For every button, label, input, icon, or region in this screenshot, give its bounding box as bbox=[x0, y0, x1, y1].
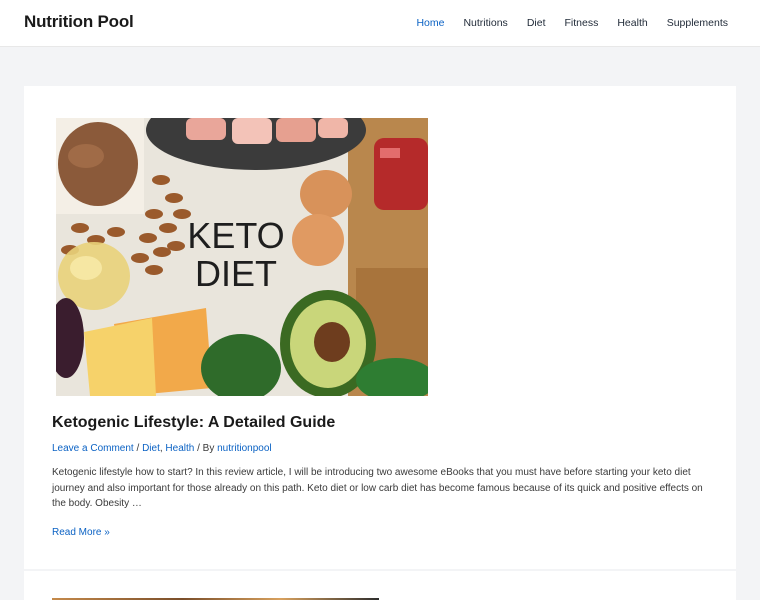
post-card: KETO DIET Ketogenic Lifestyle: A Detaile… bbox=[24, 86, 736, 569]
site-header: Nutrition Pool Home Nutritions Diet Fitn… bbox=[0, 0, 760, 47]
nav-item-fitness[interactable]: Fitness bbox=[565, 17, 599, 29]
read-more-link[interactable]: Read More » bbox=[52, 527, 110, 538]
next-post-card bbox=[24, 571, 736, 600]
category-link-diet[interactable]: Diet bbox=[142, 443, 160, 454]
author-link[interactable]: nutritionpool bbox=[217, 443, 271, 454]
nav-item-diet[interactable]: Diet bbox=[527, 17, 546, 29]
nav-item-nutritions[interactable]: Nutritions bbox=[463, 17, 507, 29]
post-thumbnail[interactable]: KETO DIET bbox=[56, 118, 428, 396]
meta-separator: / bbox=[133, 443, 143, 454]
comments-link[interactable]: Leave a Comment bbox=[52, 443, 134, 454]
image-text-line-2: DIET bbox=[195, 253, 277, 294]
meta-by-label: / By bbox=[194, 443, 218, 454]
category-link-health[interactable]: Health bbox=[165, 443, 194, 454]
post-excerpt: Ketogenic lifestyle how to start? In thi… bbox=[52, 467, 703, 509]
post-meta: Leave a Comment / Diet, Health / By nutr… bbox=[52, 443, 272, 454]
nav-item-supplements[interactable]: Supplements bbox=[667, 17, 728, 29]
site-title[interactable]: Nutrition Pool bbox=[24, 12, 134, 32]
keto-diet-image: KETO DIET bbox=[56, 118, 428, 396]
post-title[interactable]: Ketogenic Lifestyle: A Detailed Guide bbox=[52, 414, 335, 432]
image-text-line-1: KETO bbox=[187, 215, 284, 256]
nav-item-home[interactable]: Home bbox=[416, 17, 444, 29]
main-nav: Home Nutritions Diet Fitness Health Supp… bbox=[397, 17, 728, 29]
nav-item-health[interactable]: Health bbox=[617, 17, 647, 29]
